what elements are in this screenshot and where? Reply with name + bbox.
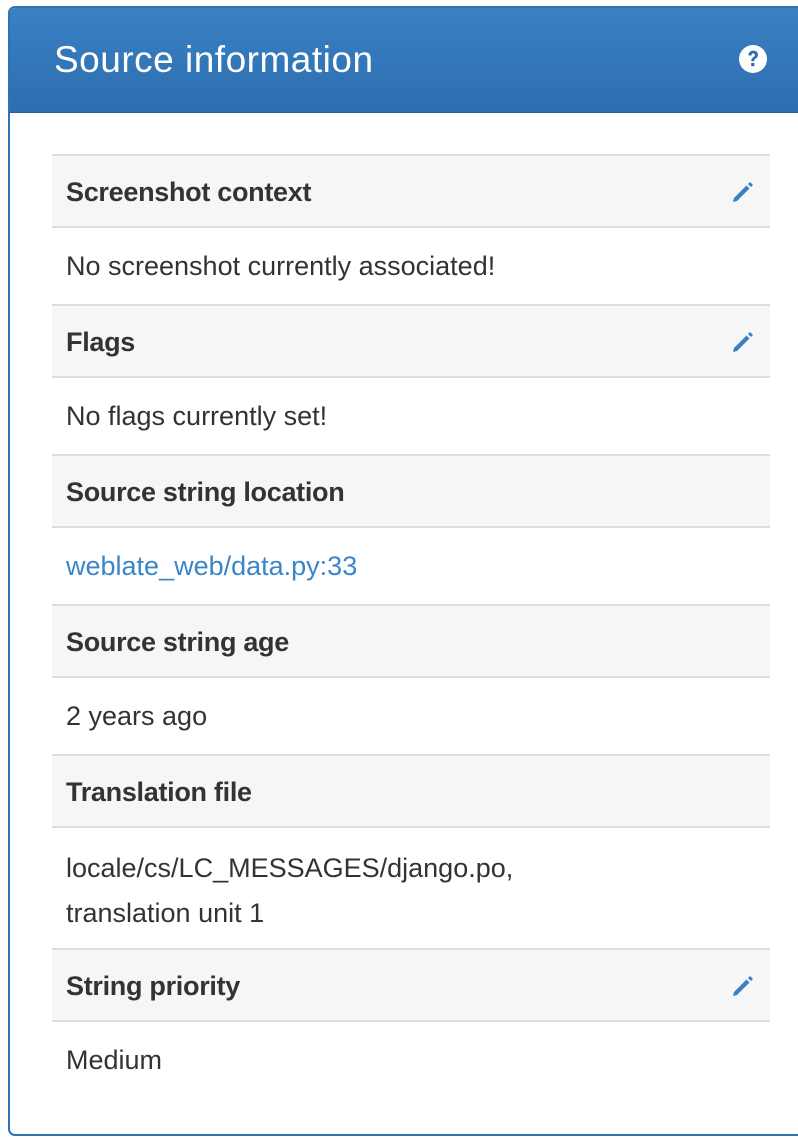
flags-header: Flags <box>52 304 770 378</box>
source-string-location-header: Source string location <box>52 454 770 528</box>
source-string-location-value: weblate_web/data.py:33 <box>52 528 770 604</box>
source-string-age-value: 2 years ago <box>52 678 770 754</box>
source-string-age-label: Source string age <box>66 627 289 657</box>
translation-file-text: locale/cs/LC_MESSAGES/django.po, transla… <box>66 853 514 928</box>
string-priority-text: Medium <box>66 1044 163 1075</box>
source-string-location-label: Source string location <box>66 477 345 507</box>
translation-file-value: locale/cs/LC_MESSAGES/django.po, transla… <box>52 828 770 948</box>
source-string-age-header: Source string age <box>52 604 770 678</box>
source-string-age-text: 2 years ago <box>66 700 208 731</box>
flags-label: Flags <box>66 327 136 357</box>
source-information-panel: Source information Screenshot context No… <box>8 6 798 1136</box>
panel-heading: Source information <box>10 8 798 113</box>
question-circle-icon[interactable] <box>738 44 768 74</box>
flags-text: No flags currently set! <box>66 400 328 431</box>
flags-value: No flags currently set! <box>52 378 770 454</box>
string-priority-label: String priority <box>66 971 241 1001</box>
panel-body: Screenshot context No screenshot current… <box>52 154 770 1098</box>
screenshot-context-value: No screenshot currently associated! <box>52 228 770 304</box>
source-location-link[interactable]: weblate_web/data.py:33 <box>66 544 357 589</box>
string-priority-value: Medium <box>52 1022 770 1098</box>
pencil-icon[interactable] <box>730 329 756 355</box>
string-priority-header: String priority <box>52 948 770 1022</box>
screenshot-context-label: Screenshot context <box>66 177 312 207</box>
screenshot-context-header: Screenshot context <box>52 154 770 228</box>
pencil-icon[interactable] <box>730 179 756 205</box>
screenshot-context-text: No screenshot currently associated! <box>66 250 496 281</box>
translation-file-label: Translation file <box>66 777 252 807</box>
panel-title: Source information <box>54 39 374 80</box>
translation-file-header: Translation file <box>52 754 770 828</box>
pencil-icon[interactable] <box>730 973 756 999</box>
